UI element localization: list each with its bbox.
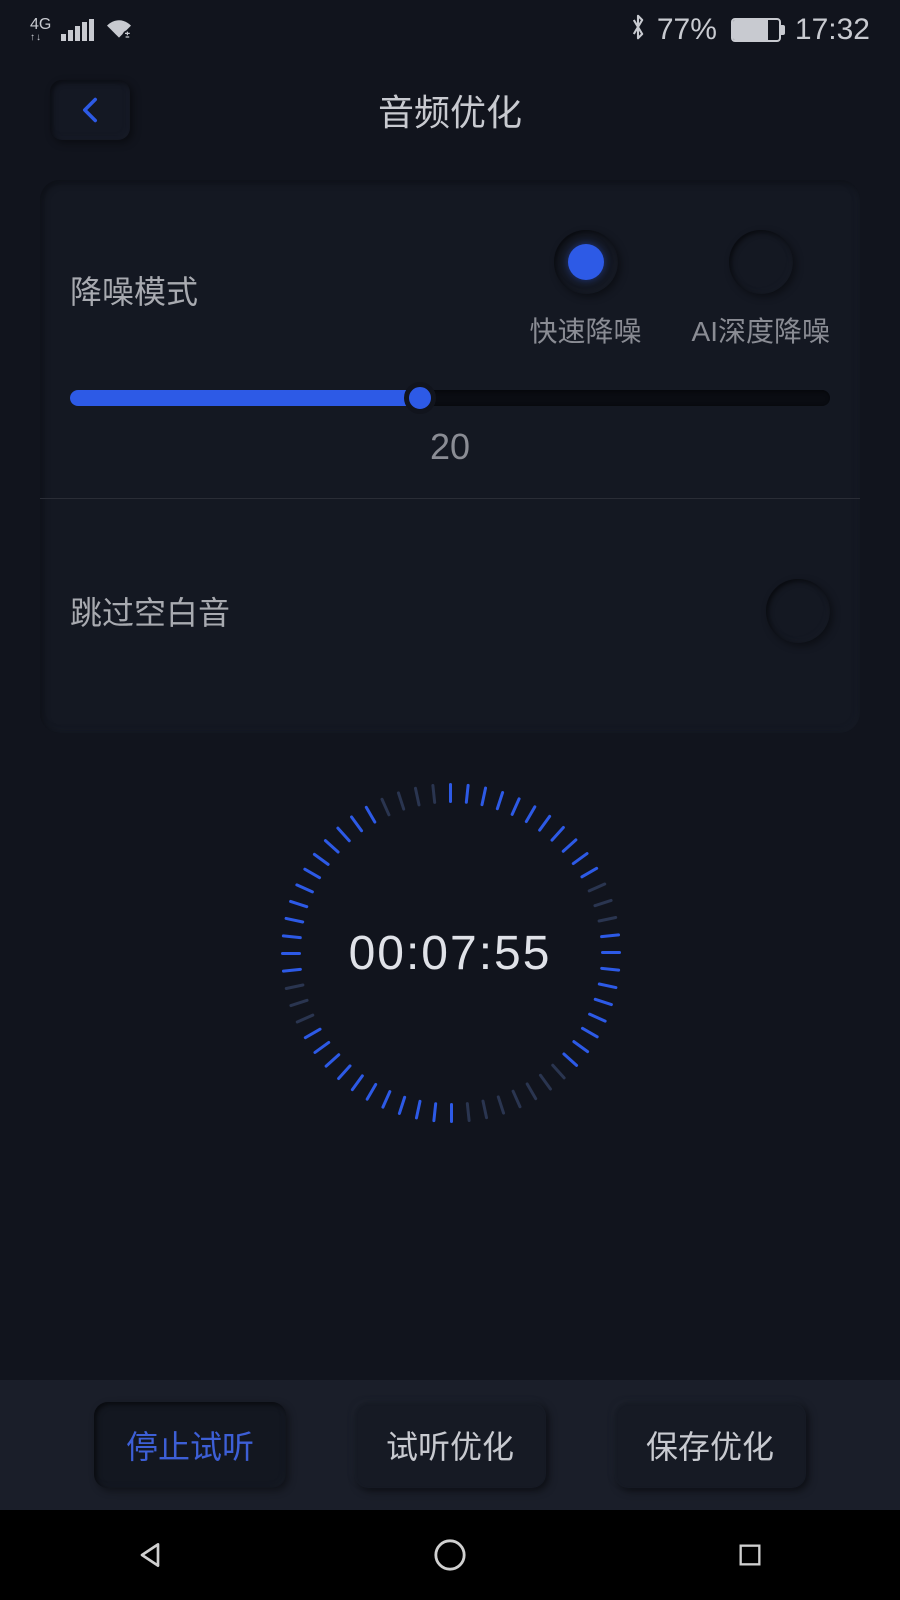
- status-left: 4G ↑↓: [30, 16, 134, 45]
- back-button[interactable]: [50, 80, 130, 140]
- wifi-icon: [104, 16, 134, 45]
- slider-track[interactable]: [70, 390, 830, 406]
- battery-icon: [731, 18, 781, 42]
- network-icon: 4G ↑↓: [30, 17, 51, 43]
- option-ai-label: AI深度降噪: [692, 310, 830, 350]
- nav-home-icon[interactable]: [432, 1537, 468, 1573]
- noise-mode-label: 降噪模式: [70, 267, 198, 313]
- chevron-left-icon: [76, 96, 104, 124]
- divider: [40, 498, 860, 499]
- noise-mode-options: 快速降噪 AI深度降噪: [530, 230, 830, 350]
- option-fast-label: 快速降噪: [530, 310, 642, 350]
- timer-container: 00:07:55: [0, 783, 900, 1123]
- settings-card: 降噪模式 快速降噪 AI深度降噪 20 跳过空白音: [40, 180, 860, 733]
- timer-dial: 00:07:55: [280, 783, 620, 1123]
- radio-icon: [554, 230, 618, 294]
- bottom-bar: 停止试听 试听优化 保存优化: [0, 1380, 900, 1510]
- header: 音频优化: [0, 60, 900, 160]
- page-title: 音频优化: [378, 84, 522, 136]
- save-button[interactable]: 保存优化: [614, 1402, 806, 1488]
- preview-button[interactable]: 试听优化: [354, 1402, 546, 1488]
- skip-toggle[interactable]: [766, 579, 830, 643]
- noise-mode-row: 降噪模式 快速降噪 AI深度降噪: [70, 230, 830, 350]
- skip-silence-row: 跳过空白音: [70, 529, 830, 693]
- time-display: 17:32: [795, 13, 870, 47]
- slider-value: 20: [70, 426, 830, 468]
- status-bar: 4G ↑↓ 77% 17:32: [0, 0, 900, 60]
- radio-icon: [729, 230, 793, 294]
- system-nav-bar: [0, 1510, 900, 1600]
- skip-silence-label: 跳过空白音: [70, 588, 230, 634]
- battery-percent: 77%: [657, 13, 717, 47]
- stop-preview-button[interactable]: 停止试听: [94, 1402, 286, 1488]
- nav-back-icon[interactable]: [132, 1537, 168, 1573]
- slider-thumb[interactable]: [404, 382, 436, 414]
- option-ai[interactable]: AI深度降噪: [692, 230, 830, 350]
- bluetooth-icon: [629, 13, 647, 48]
- noise-slider[interactable]: 20: [70, 390, 830, 468]
- option-fast[interactable]: 快速降噪: [530, 230, 642, 350]
- signal-bars-icon: [61, 19, 94, 41]
- nav-recent-icon[interactable]: [732, 1537, 768, 1573]
- status-right: 77% 17:32: [629, 13, 870, 48]
